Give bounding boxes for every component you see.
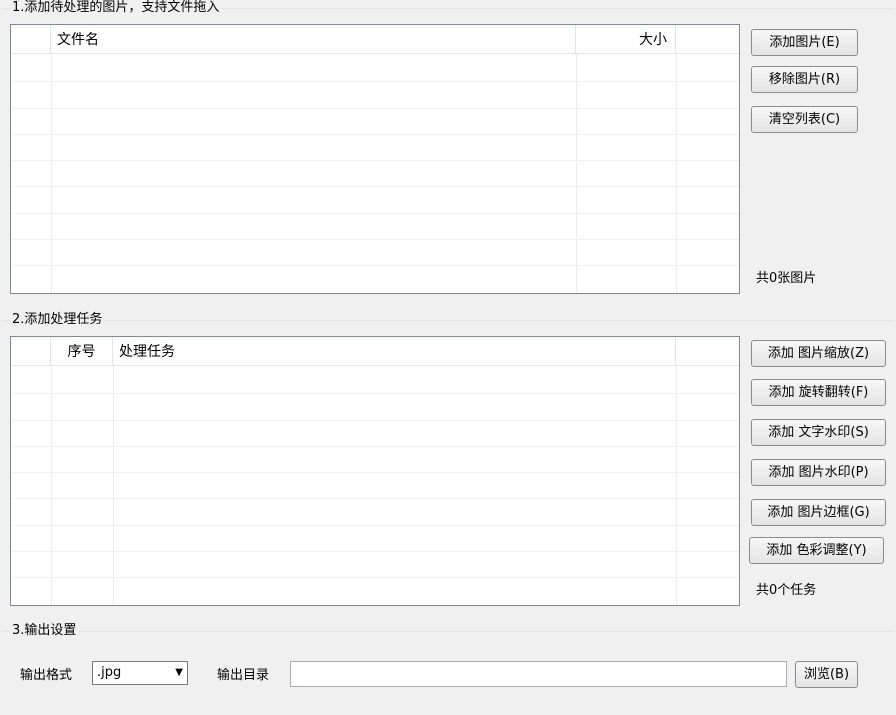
task-column-header[interactable]: 处理任务	[113, 337, 676, 365]
task-count-label: 共0个任务	[756, 583, 817, 598]
task-list-row-line	[11, 393, 739, 394]
output-dir-label: 输出目录	[217, 668, 270, 683]
image-list-col-sep	[576, 54, 577, 293]
images-group-title: 1.添加待处理的图片，支持文件拖入	[10, 0, 222, 17]
add-text-watermark-task-button[interactable]: 添加 文字水印(S)	[751, 419, 886, 446]
task-list-col-sep	[676, 366, 677, 605]
add-resize-task-button[interactable]: 添加 图片缩放(Z)	[751, 340, 886, 367]
add-rotate-flip-task-button[interactable]: 添加 旋转翻转(F)	[751, 379, 886, 406]
image-list-row-line	[11, 265, 739, 266]
task-list-row-line	[11, 420, 739, 421]
task-list-row-line	[11, 472, 739, 473]
add-border-task-button[interactable]: 添加 图片边框(G)	[751, 499, 886, 526]
output-format-select[interactable]: .jpg ▼	[92, 661, 188, 685]
image-list-header-blank[interactable]	[11, 25, 51, 53]
image-list-col-sep	[51, 54, 52, 293]
add-image-button[interactable]: 添加图片(E)	[751, 29, 858, 56]
tasks-group-title: 2.添加处理任务	[10, 311, 105, 329]
image-list-row-line	[11, 108, 739, 109]
image-list-row-line	[11, 239, 739, 240]
task-list-row-line	[11, 577, 739, 578]
clear-list-button[interactable]: 清空列表(C)	[751, 106, 858, 133]
image-count-label: 共0张图片	[756, 271, 817, 286]
image-list-col-sep	[676, 54, 677, 293]
image-list-row-line	[11, 81, 739, 82]
output-format-value: .jpg	[97, 665, 122, 680]
image-list-row-line	[11, 134, 739, 135]
task-list-header: 序号 处理任务	[11, 337, 739, 366]
add-color-adjust-task-button[interactable]: 添加 色彩调整(Y)	[749, 537, 884, 564]
chevron-down-icon[interactable]: ▼	[175, 667, 183, 678]
image-list-header: 文件名 大小	[11, 25, 739, 54]
image-list-row-line	[11, 213, 739, 214]
task-list[interactable]: 序号 处理任务	[10, 336, 740, 606]
image-file-list[interactable]: 文件名 大小	[10, 24, 740, 294]
filename-column-header[interactable]: 文件名	[51, 25, 576, 53]
task-list-col-sep	[113, 366, 114, 605]
size-column-header[interactable]: 大小	[576, 25, 676, 53]
add-image-watermark-task-button[interactable]: 添加 图片水印(P)	[751, 459, 886, 486]
browse-button[interactable]: 浏览(B)	[795, 661, 858, 688]
task-list-row-line	[11, 551, 739, 552]
task-list-row-line	[11, 446, 739, 447]
index-column-header[interactable]: 序号	[51, 337, 113, 365]
remove-image-button[interactable]: 移除图片(R)	[751, 66, 858, 93]
output-format-label: 输出格式	[20, 668, 73, 683]
output-dir-field[interactable]	[290, 661, 787, 687]
image-list-row-line	[11, 160, 739, 161]
output-group-title: 3.输出设置	[10, 622, 79, 640]
task-list-row-line	[11, 498, 739, 499]
image-list-row-line	[11, 186, 739, 187]
task-list-header-blank[interactable]	[11, 337, 51, 365]
task-list-col-sep	[51, 366, 52, 605]
task-list-row-line	[11, 525, 739, 526]
